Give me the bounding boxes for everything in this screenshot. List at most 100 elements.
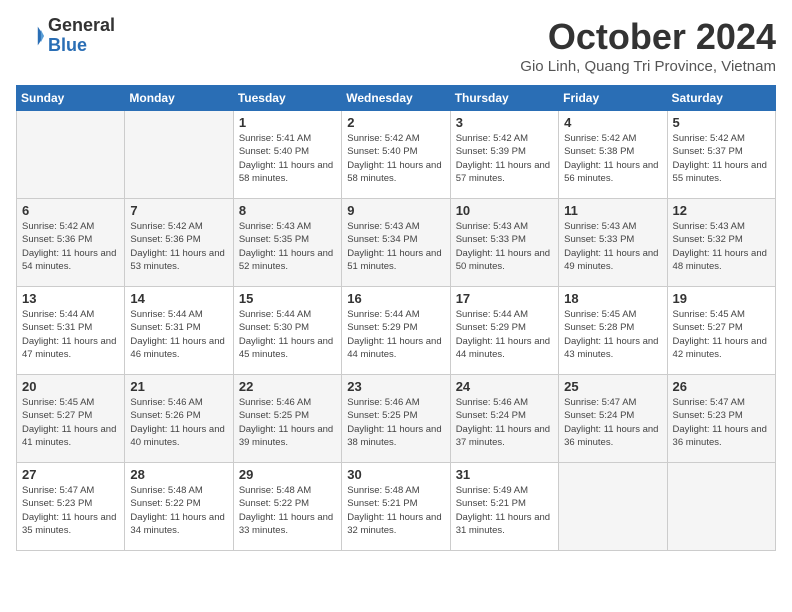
day-number: 2 <box>347 115 444 130</box>
day-info: Sunrise: 5:46 AMSunset: 5:26 PMDaylight:… <box>130 396 227 449</box>
day-number: 3 <box>456 115 553 130</box>
day-number: 13 <box>22 291 119 306</box>
calendar-cell: 7 Sunrise: 5:42 AMSunset: 5:36 PMDaylight… <box>125 199 233 287</box>
day-number: 9 <box>347 203 444 218</box>
calendar-week-row: 13 Sunrise: 5:44 AMSunset: 5:31 PMDayligh… <box>17 287 776 375</box>
calendar-cell: 3 Sunrise: 5:42 AMSunset: 5:39 PMDaylight… <box>450 111 558 199</box>
calendar-cell: 1 Sunrise: 5:41 AMSunset: 5:40 PMDaylight… <box>233 111 341 199</box>
day-number: 15 <box>239 291 336 306</box>
calendar-cell: 12 Sunrise: 5:43 AMSunset: 5:32 PMDayligh… <box>667 199 775 287</box>
calendar-table: SundayMondayTuesdayWednesdayThursdayFrid… <box>16 85 776 551</box>
calendar-cell: 28Sunrise: 5:48 AMSunset: 5:22 PMDayligh… <box>125 463 233 551</box>
header-saturday: Saturday <box>667 86 775 111</box>
day-info: Sunrise: 5:44 AMSunset: 5:29 PMDaylight:… <box>347 308 444 361</box>
page-header: General Blue October 2024 Gio Linh, Quan… <box>16 16 776 75</box>
day-info: Sunrise: 5:47 AMSunset: 5:23 PMDaylight:… <box>673 396 770 449</box>
day-info: Sunrise: 5:47 AMSunset: 5:23 PMDaylight:… <box>22 484 119 537</box>
day-info: Sunrise: 5:44 AMSunset: 5:31 PMDaylight:… <box>22 308 119 361</box>
day-number: 11 <box>564 203 661 218</box>
header-friday: Friday <box>559 86 667 111</box>
day-info: Sunrise: 5:42 AMSunset: 5:38 PMDaylight:… <box>564 132 661 185</box>
calendar-cell: 24Sunrise: 5:46 AMSunset: 5:24 PMDayligh… <box>450 375 558 463</box>
calendar-week-row: 1 Sunrise: 5:41 AMSunset: 5:40 PMDaylight… <box>17 111 776 199</box>
calendar-cell: 11Sunrise: 5:43 AMSunset: 5:33 PMDayligh… <box>559 199 667 287</box>
calendar-cell: 14 Sunrise: 5:44 AMSunset: 5:31 PMDayligh… <box>125 287 233 375</box>
calendar-cell: 27Sunrise: 5:47 AMSunset: 5:23 PMDayligh… <box>17 463 125 551</box>
day-info: Sunrise: 5:45 AMSunset: 5:28 PMDaylight:… <box>564 308 661 361</box>
calendar-cell: 25Sunrise: 5:47 AMSunset: 5:24 PMDayligh… <box>559 375 667 463</box>
day-info: Sunrise: 5:42 AMSunset: 5:39 PMDaylight:… <box>456 132 553 185</box>
logo-general: General <box>48 16 115 36</box>
day-info: Sunrise: 5:42 AMSunset: 5:37 PMDaylight:… <box>673 132 770 185</box>
calendar-cell: 9 Sunrise: 5:43 AMSunset: 5:34 PMDaylight… <box>342 199 450 287</box>
calendar-cell: 26 Sunrise: 5:47 AMSunset: 5:23 PMDayligh… <box>667 375 775 463</box>
day-number: 6 <box>22 203 119 218</box>
day-number: 25 <box>564 379 661 394</box>
header-tuesday: Tuesday <box>233 86 341 111</box>
day-info: Sunrise: 5:43 AMSunset: 5:35 PMDaylight:… <box>239 220 336 273</box>
day-number: 10 <box>456 203 553 218</box>
day-info: Sunrise: 5:49 AMSunset: 5:21 PMDaylight:… <box>456 484 553 537</box>
day-info: Sunrise: 5:45 AMSunset: 5:27 PMDaylight:… <box>22 396 119 449</box>
calendar-cell: 30 Sunrise: 5:48 AMSunset: 5:21 PMDayligh… <box>342 463 450 551</box>
calendar-cell <box>17 111 125 199</box>
day-number: 8 <box>239 203 336 218</box>
day-number: 23 <box>347 379 444 394</box>
day-number: 5 <box>673 115 770 130</box>
calendar-cell: 23 Sunrise: 5:46 AMSunset: 5:25 PMDayligh… <box>342 375 450 463</box>
logo-text: General Blue <box>48 16 115 56</box>
calendar-cell: 17 Sunrise: 5:44 AMSunset: 5:29 PMDayligh… <box>450 287 558 375</box>
day-number: 4 <box>564 115 661 130</box>
calendar-cell: 18Sunrise: 5:45 AMSunset: 5:28 PMDayligh… <box>559 287 667 375</box>
day-number: 26 <box>673 379 770 394</box>
day-number: 14 <box>130 291 227 306</box>
day-number: 12 <box>673 203 770 218</box>
logo: General Blue <box>16 16 115 56</box>
day-number: 7 <box>130 203 227 218</box>
calendar-cell <box>125 111 233 199</box>
day-info: Sunrise: 5:43 AMSunset: 5:34 PMDaylight:… <box>347 220 444 273</box>
day-number: 1 <box>239 115 336 130</box>
title-block: October 2024 Gio Linh, Quang Tri Provinc… <box>520 16 776 75</box>
logo-blue: Blue <box>48 36 115 56</box>
day-number: 17 <box>456 291 553 306</box>
day-number: 30 <box>347 467 444 482</box>
calendar-cell: 31 Sunrise: 5:49 AMSunset: 5:21 PMDayligh… <box>450 463 558 551</box>
day-info: Sunrise: 5:48 AMSunset: 5:22 PMDaylight:… <box>239 484 336 537</box>
calendar-cell <box>667 463 775 551</box>
day-info: Sunrise: 5:42 AMSunset: 5:40 PMDaylight:… <box>347 132 444 185</box>
day-info: Sunrise: 5:44 AMSunset: 5:29 PMDaylight:… <box>456 308 553 361</box>
calendar-cell: 10 Sunrise: 5:43 AMSunset: 5:33 PMDayligh… <box>450 199 558 287</box>
calendar-week-row: 6 Sunrise: 5:42 AMSunset: 5:36 PMDaylight… <box>17 199 776 287</box>
day-number: 29 <box>239 467 336 482</box>
calendar-week-row: 27Sunrise: 5:47 AMSunset: 5:23 PMDayligh… <box>17 463 776 551</box>
calendar-cell: 8 Sunrise: 5:43 AMSunset: 5:35 PMDaylight… <box>233 199 341 287</box>
day-info: Sunrise: 5:42 AMSunset: 5:36 PMDaylight:… <box>130 220 227 273</box>
logo-icon <box>16 22 44 50</box>
calendar-week-row: 20 Sunrise: 5:45 AMSunset: 5:27 PMDayligh… <box>17 375 776 463</box>
day-info: Sunrise: 5:41 AMSunset: 5:40 PMDaylight:… <box>239 132 336 185</box>
day-number: 24 <box>456 379 553 394</box>
calendar-cell: 15Sunrise: 5:44 AMSunset: 5:30 PMDayligh… <box>233 287 341 375</box>
day-number: 22 <box>239 379 336 394</box>
calendar-cell: 2 Sunrise: 5:42 AMSunset: 5:40 PMDaylight… <box>342 111 450 199</box>
header-sunday: Sunday <box>17 86 125 111</box>
day-info: Sunrise: 5:43 AMSunset: 5:33 PMDaylight:… <box>456 220 553 273</box>
day-info: Sunrise: 5:48 AMSunset: 5:21 PMDaylight:… <box>347 484 444 537</box>
calendar-title: October 2024 <box>520 16 776 58</box>
day-number: 31 <box>456 467 553 482</box>
calendar-cell <box>559 463 667 551</box>
day-info: Sunrise: 5:43 AMSunset: 5:32 PMDaylight:… <box>673 220 770 273</box>
header-wednesday: Wednesday <box>342 86 450 111</box>
day-number: 19 <box>673 291 770 306</box>
day-info: Sunrise: 5:46 AMSunset: 5:25 PMDaylight:… <box>347 396 444 449</box>
day-info: Sunrise: 5:44 AMSunset: 5:31 PMDaylight:… <box>130 308 227 361</box>
day-number: 20 <box>22 379 119 394</box>
calendar-cell: 13 Sunrise: 5:44 AMSunset: 5:31 PMDayligh… <box>17 287 125 375</box>
calendar-cell: 6Sunrise: 5:42 AMSunset: 5:36 PMDaylight… <box>17 199 125 287</box>
day-number: 16 <box>347 291 444 306</box>
calendar-cell: 4 Sunrise: 5:42 AMSunset: 5:38 PMDaylight… <box>559 111 667 199</box>
header-thursday: Thursday <box>450 86 558 111</box>
calendar-header-row: SundayMondayTuesdayWednesdayThursdayFrid… <box>17 86 776 111</box>
calendar-location: Gio Linh, Quang Tri Province, Vietnam <box>520 58 776 75</box>
